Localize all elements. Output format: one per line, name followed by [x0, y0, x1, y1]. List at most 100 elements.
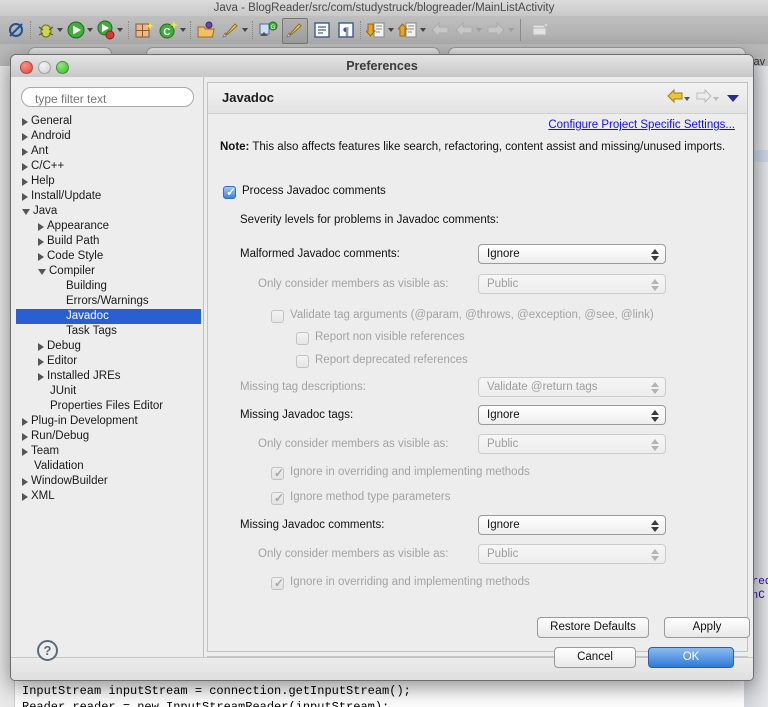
missing-javadoc-tags-value: Ignore	[487, 406, 520, 426]
debug-icon[interactable]	[36, 20, 56, 40]
tree-item-appearance[interactable]: Appearance	[16, 219, 201, 234]
chevron-right-icon[interactable]	[22, 193, 28, 201]
restore-defaults-button[interactable]: Restore Defaults	[537, 617, 649, 638]
tree-item-general[interactable]: General	[16, 114, 201, 129]
tree-item-java[interactable]: Java	[16, 204, 201, 219]
ok-button[interactable]: OK	[648, 647, 734, 668]
chevron-right-icon[interactable]	[22, 133, 28, 141]
tree-item-label: Java	[33, 204, 57, 219]
run-stop-dropdown-arrow[interactable]	[117, 28, 123, 32]
previous-annotation-dropdown-arrow[interactable]	[420, 28, 426, 32]
chevron-right-icon[interactable]	[22, 448, 28, 456]
tree-item-label: Building	[66, 279, 107, 294]
stepper-icon[interactable]	[651, 409, 659, 423]
next-annotation-dropdown-arrow[interactable]	[388, 28, 394, 32]
tree-item-label: Run/Debug	[31, 429, 89, 444]
build-icon[interactable]	[220, 20, 240, 40]
show-whitespace-icon[interactable]	[312, 20, 332, 40]
chevron-down-icon[interactable]	[22, 209, 30, 215]
back-icon	[430, 20, 450, 40]
chevron-right-icon[interactable]	[38, 238, 44, 246]
tree-item-xml[interactable]: XML	[16, 489, 201, 504]
show-pilcrow-icon[interactable]: ¶	[336, 20, 356, 40]
tree-item-code-style[interactable]: Code Style	[16, 249, 201, 264]
tree-item-debug[interactable]: Debug	[16, 339, 201, 354]
preferences-dialog: Preferences GeneralAndroidAntC/C++HelpIn…	[10, 54, 754, 681]
next-annotation-icon[interactable]	[366, 20, 386, 40]
filter-box[interactable]	[21, 87, 194, 107]
hide-nonpublic-icon[interactable]	[6, 20, 26, 40]
new-java-class-icon[interactable]: C	[158, 20, 178, 40]
missing-javadoc-comments-select[interactable]: Ignore	[478, 515, 666, 535]
code-line: InputStream inputStream = connection.get…	[22, 684, 411, 698]
tree-item-building[interactable]: Building	[16, 279, 201, 294]
tree-item-validation[interactable]: Validation	[16, 459, 201, 474]
chevron-right-icon[interactable]	[22, 178, 28, 186]
back-icon[interactable]	[667, 89, 683, 108]
configure-project-specific-settings-link[interactable]: Configure Project Specific Settings...	[548, 119, 735, 131]
new-java-class-dropdown-arrow[interactable]	[180, 28, 186, 32]
screen: Java - BlogReader/src/com/studystruck/bl…	[0, 0, 768, 707]
tags-ignore-overriding-checkbox: ✓	[271, 467, 284, 480]
tree-item-android[interactable]: Android	[16, 129, 201, 144]
toggle-mark-occurrences-icon[interactable]	[284, 20, 304, 40]
chevron-right-icon[interactable]	[38, 373, 44, 381]
previous-annotation-icon[interactable]	[398, 20, 418, 40]
chevron-right-icon[interactable]	[22, 478, 28, 486]
tree-item-help[interactable]: Help	[16, 174, 201, 189]
tree-item-build-path[interactable]: Build Path	[16, 234, 201, 249]
external-tools-icon[interactable]: G	[258, 20, 278, 40]
new-wizard-icon[interactable]	[134, 20, 154, 40]
help-button[interactable]: ?	[37, 640, 58, 661]
preferences-tree[interactable]: GeneralAndroidAntC/C++HelpInstall/Update…	[16, 114, 201, 652]
tree-item-windowbuilder[interactable]: WindowBuilder	[16, 474, 201, 489]
chevron-right-icon[interactable]	[38, 253, 44, 261]
tree-item-label: Plug-in Development	[31, 414, 138, 429]
open-type-icon[interactable]	[196, 20, 216, 40]
tree-item-c-c[interactable]: C/C++	[16, 159, 201, 174]
chevron-down-icon[interactable]	[727, 95, 739, 102]
tree-item-plug-in-development[interactable]: Plug-in Development	[16, 414, 201, 429]
severity-levels-header: Severity levels for problems in Javadoc …	[240, 214, 499, 226]
chevron-right-icon[interactable]	[22, 118, 28, 126]
report-deprecated-references-label: Report deprecated references	[315, 354, 468, 366]
chevron-down-icon[interactable]	[38, 269, 46, 275]
tree-item-compiler[interactable]: Compiler	[16, 264, 201, 279]
run-dropdown-arrow[interactable]	[87, 28, 93, 32]
run-stop-icon[interactable]	[96, 20, 116, 40]
tree-spacer	[54, 286, 63, 287]
tree-item-run-debug[interactable]: Run/Debug	[16, 429, 201, 444]
chevron-right-icon[interactable]	[22, 163, 28, 171]
chevron-right-icon[interactable]	[22, 433, 28, 441]
tree-item-team[interactable]: Team	[16, 444, 201, 459]
tree-item-properties-files-editor[interactable]: Properties Files Editor	[16, 399, 201, 414]
tree-item-editor[interactable]: Editor	[16, 354, 201, 369]
chevron-right-icon[interactable]	[22, 493, 28, 501]
tree-item-installed-jres[interactable]: Installed JREs	[16, 369, 201, 384]
chevron-right-icon[interactable]	[38, 343, 44, 351]
search-input[interactable]	[33, 88, 192, 110]
stepper-icon[interactable]	[651, 248, 659, 262]
chevron-right-icon[interactable]	[38, 358, 44, 366]
tree-item-install-update[interactable]: Install/Update	[16, 189, 201, 204]
stepper-icon[interactable]	[651, 519, 659, 533]
process-javadoc-comments-checkbox[interactable]: ✓	[223, 186, 236, 199]
tree-item-errors-warnings[interactable]: Errors/Warnings	[16, 294, 201, 309]
chevron-right-icon[interactable]	[22, 148, 28, 156]
tree-item-ant[interactable]: Ant	[16, 144, 201, 159]
chevron-right-icon[interactable]	[22, 418, 28, 426]
missing-javadoc-tags-select[interactable]: Ignore	[478, 405, 666, 425]
run-icon[interactable]	[66, 20, 86, 40]
tree-item-junit[interactable]: JUnit	[16, 384, 201, 399]
malformed-javadoc-comments-select[interactable]: Ignore	[478, 244, 666, 264]
debug-dropdown-arrow[interactable]	[57, 28, 63, 32]
apply-button[interactable]: Apply	[664, 617, 750, 638]
tree-item-label: C/C++	[31, 159, 64, 174]
tree-item-javadoc[interactable]: Javadoc	[16, 309, 201, 324]
tree-item-task-tags[interactable]: Task Tags	[16, 324, 201, 339]
cancel-button[interactable]: Cancel	[554, 647, 636, 668]
back-dropdown-arrow[interactable]	[684, 97, 690, 101]
forward-dropdown-arrow	[713, 97, 719, 101]
build-dropdown-arrow[interactable]	[242, 28, 248, 32]
chevron-right-icon[interactable]	[38, 223, 44, 231]
